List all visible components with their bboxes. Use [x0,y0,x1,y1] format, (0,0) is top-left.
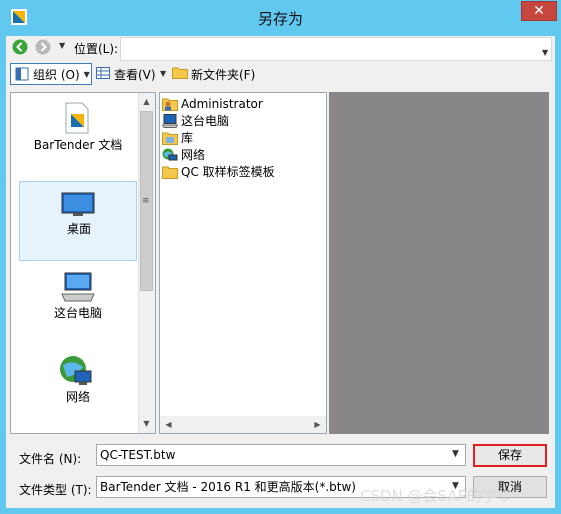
desktop-icon [61,192,95,216]
scroll-right-icon[interactable]: ▶ [310,417,325,432]
list-item[interactable]: 网络 [162,146,205,163]
file-name: Administrator [181,96,263,111]
nav-item-network[interactable]: 网络 [19,350,137,430]
nav-item-label: 这台电脑 [53,306,102,320]
file-name: 这台电脑 [181,114,230,128]
computer-icon [162,113,178,128]
filename-input[interactable]: QC-TEST.btw [96,444,466,466]
file-name: 库 [181,131,194,145]
new-folder-button[interactable]: 新文件夹(F) [191,66,255,83]
scroll-grip-icon: ≡ [142,196,150,206]
recent-locations-dropdown[interactable]: ▼ [59,41,69,51]
nav-item-label: 桌面 [66,222,91,236]
back-arrow-icon[interactable] [12,39,28,55]
list-item[interactable]: Administrator [162,95,263,112]
library-icon [162,132,178,145]
network-icon [162,148,178,160]
view-dropdown-icon[interactable]: ▼ [160,69,166,78]
view-menu[interactable]: 查看(V) [114,66,156,83]
scroll-up-icon[interactable]: ▲ [139,94,154,109]
filename-label: 文件名 (N): [19,452,82,466]
view-grid-icon[interactable] [96,67,110,79]
chevron-down-icon[interactable]: ▼ [452,449,459,459]
organize-icon [15,67,29,81]
address-bar[interactable] [120,37,552,61]
window-title: 另存为 [257,10,303,28]
file-name: QC 取样标签模板 [181,165,275,179]
chevron-down-icon: ▼ [83,69,90,79]
address-dropdown-icon[interactable]: ▼ [542,48,552,60]
nav-item-this-pc[interactable]: 这台电脑 [19,266,137,346]
list-item[interactable]: 这台电脑 [162,112,229,129]
user-folder-icon [162,98,178,111]
forward-arrow-icon[interactable] [35,39,51,55]
close-button[interactable]: ✕ [521,1,557,21]
scroll-down-icon[interactable]: ▼ [139,416,154,431]
nav-item-label: BarTender 文档 [33,138,123,152]
list-item[interactable]: 库 [162,129,193,146]
folder-icon [162,166,178,179]
watermark: CSDN @会SAP的学华 [360,487,512,505]
bartender-docs-icon [65,102,89,134]
this-pc-icon [61,272,95,302]
filetype-label: 文件类型 (T): [19,483,92,497]
organize-button[interactable]: 组织 (O) ▼ [10,63,92,85]
file-name: 网络 [181,148,206,162]
network-icon [60,356,92,385]
new-folder-icon[interactable] [172,66,188,79]
scroll-left-icon[interactable]: ◀ [161,417,176,432]
nav-item-label: 网络 [65,390,90,404]
list-item[interactable]: QC 取样标签模板 [162,163,275,180]
horizontal-scrollbar[interactable] [160,416,326,433]
nav-item-desktop[interactable]: 桌面 [19,181,137,261]
preview-pane [329,92,549,434]
nav-item-bartender-docs[interactable]: BarTender 文档 [19,96,137,176]
save-button[interactable]: 保存 [473,444,547,467]
organize-label: 组织 (O) [33,67,80,82]
address-label: 位置(L): [74,42,119,56]
